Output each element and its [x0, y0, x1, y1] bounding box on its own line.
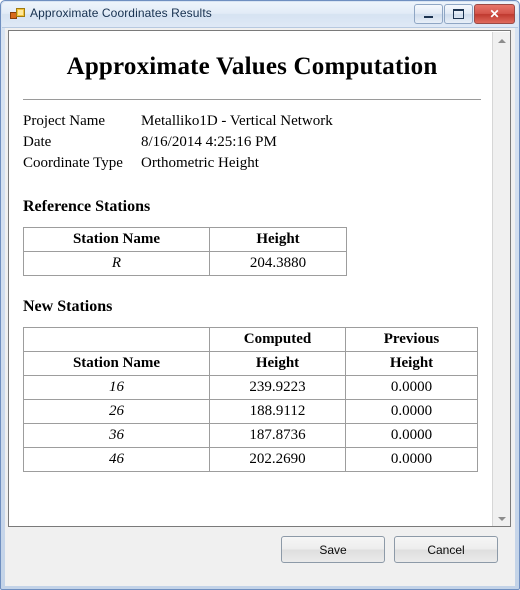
scroll-down-arrow-icon[interactable]: [493, 510, 510, 526]
maximize-icon: [445, 5, 472, 23]
group-header-computed: Computed: [209, 327, 346, 352]
table-group-header-row: Computed Previous: [23, 327, 478, 352]
cell-station-name: 46: [23, 447, 210, 472]
maximize-button[interactable]: [444, 4, 473, 24]
report-scroll-viewport: Approximate Values Computation Project N…: [9, 31, 493, 526]
report-document: Approximate Values Computation Project N…: [23, 31, 481, 472]
cancel-button[interactable]: Cancel: [394, 536, 498, 563]
group-header-previous: Previous: [345, 327, 478, 352]
metadata-row: Project Name Metalliko1D - Vertical Netw…: [23, 113, 333, 134]
table-row: 16 239.9223 0.0000: [23, 375, 478, 400]
table-row: 26 188.9112 0.0000: [23, 399, 478, 424]
column-header-previous-height: Height: [345, 351, 478, 376]
cell-station-name: 16: [23, 375, 210, 400]
group-header-blank: [23, 327, 210, 352]
client-area: Approximate Values Computation Project N…: [5, 28, 515, 586]
table-row: 46 202.2690 0.0000: [23, 447, 478, 472]
close-button[interactable]: ✕: [474, 4, 515, 24]
column-header-station-name: Station Name: [23, 351, 210, 376]
reference-stations-table: Station Name Height R 204.3880: [23, 227, 347, 276]
table-row: 36 187.8736 0.0000: [23, 423, 478, 448]
title-bar[interactable]: Approximate Coordinates Results ✕: [2, 2, 518, 28]
report-panel: Approximate Values Computation Project N…: [8, 30, 511, 527]
cell-computed-height: 188.9112: [209, 399, 346, 424]
column-header-station-name: Station Name: [23, 227, 210, 252]
minimize-icon: [415, 5, 442, 23]
metadata-table: Project Name Metalliko1D - Vertical Netw…: [23, 113, 333, 176]
cell-previous-height: 0.0000: [345, 399, 478, 424]
table-header-row: Station Name Height Height: [23, 351, 478, 376]
dialog-window: Approximate Coordinates Results ✕ Approx…: [0, 0, 520, 590]
cell-computed-height: 202.2690: [209, 447, 346, 472]
minimize-button[interactable]: [414, 4, 443, 24]
new-stations-table: Computed Previous Station Name Height He…: [23, 327, 478, 472]
metadata-row: Date 8/16/2014 4:25:16 PM: [23, 134, 333, 155]
app-form-icon: [10, 8, 25, 19]
metadata-value-project-name: Metalliko1D - Vertical Network: [141, 113, 333, 129]
scrollbar-track[interactable]: [493, 49, 510, 510]
metadata-label-date: Date: [23, 134, 52, 150]
cell-height: 204.3880: [209, 251, 347, 276]
cell-computed-height: 187.8736: [209, 423, 346, 448]
table-row: R 204.3880: [23, 251, 347, 276]
close-icon: ✕: [489, 7, 500, 21]
metadata-value-date: 8/16/2014 4:25:16 PM: [141, 134, 277, 150]
title-divider: [23, 99, 481, 100]
column-header-computed-height: Height: [209, 351, 346, 376]
column-header-height: Height: [209, 227, 347, 252]
window-title: Approximate Coordinates Results: [30, 6, 212, 20]
metadata-label-coordinate-type: Coordinate Type: [23, 155, 123, 171]
reference-stations-heading: Reference Stations: [23, 198, 151, 215]
cell-previous-height: 0.0000: [345, 423, 478, 448]
scroll-up-arrow-icon[interactable]: [493, 32, 510, 49]
metadata-row: Coordinate Type Orthometric Height: [23, 155, 333, 176]
cell-previous-height: 0.0000: [345, 447, 478, 472]
cell-station-name: 26: [23, 399, 210, 424]
table-header-row: Station Name Height: [23, 227, 347, 252]
cell-station-name: R: [23, 251, 210, 276]
new-stations-heading: New Stations: [23, 298, 113, 315]
metadata-value-coordinate-type: Orthometric Height: [141, 155, 259, 171]
cell-station-name: 36: [23, 423, 210, 448]
page-title: Approximate Values Computation: [66, 53, 438, 80]
cell-previous-height: 0.0000: [345, 375, 478, 400]
metadata-label-project-name: Project Name: [23, 113, 106, 129]
vertical-scrollbar[interactable]: [492, 32, 510, 526]
cell-computed-height: 239.9223: [209, 375, 346, 400]
save-button[interactable]: Save: [281, 536, 385, 563]
